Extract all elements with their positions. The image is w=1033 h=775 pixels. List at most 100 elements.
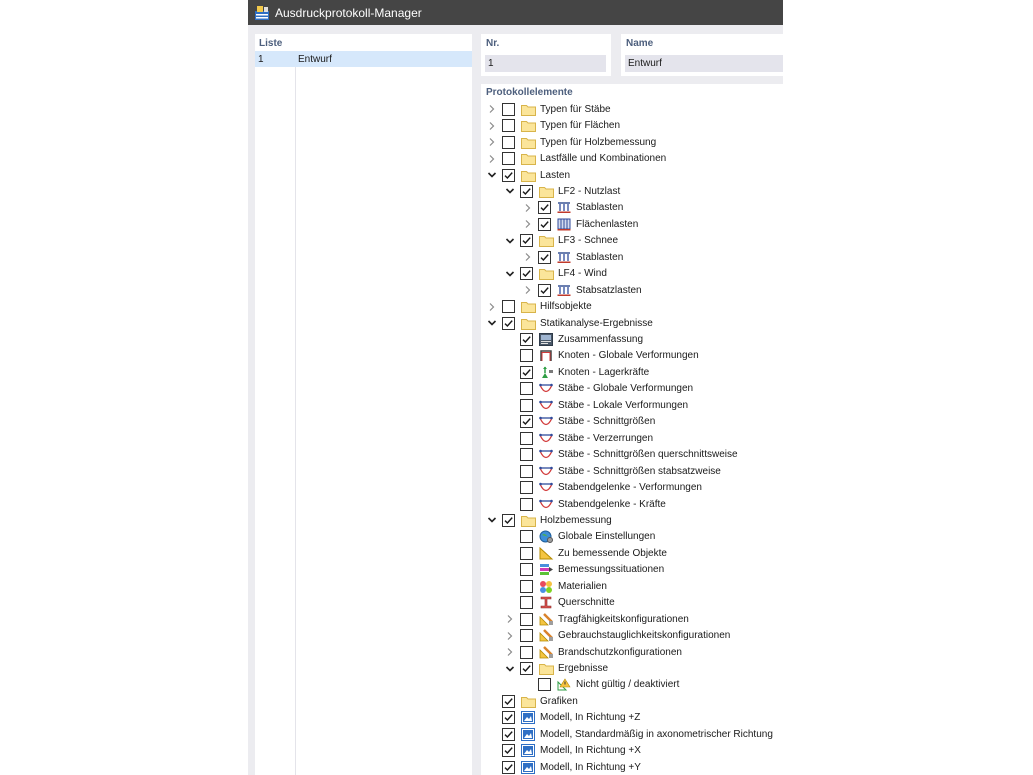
checkbox-unchecked[interactable] bbox=[502, 300, 515, 314]
checkbox-unchecked[interactable] bbox=[520, 629, 533, 643]
checkbox-unchecked[interactable] bbox=[502, 135, 515, 149]
tree-item[interactable]: Stäbe - Schnittgrößen querschnittsweise bbox=[504, 446, 738, 462]
tree-item[interactable]: LF2 - Nutzlast bbox=[504, 183, 620, 199]
expand-chevron-icon[interactable] bbox=[504, 613, 516, 625]
checkbox-checked[interactable] bbox=[538, 250, 551, 264]
checkbox-checked[interactable] bbox=[520, 333, 533, 347]
checkbox-unchecked[interactable] bbox=[520, 464, 533, 478]
tree-item[interactable]: Flächenlasten bbox=[522, 216, 638, 232]
checkbox-unchecked[interactable] bbox=[520, 563, 533, 577]
checkbox-unchecked[interactable] bbox=[520, 596, 533, 610]
checkbox-checked[interactable] bbox=[520, 184, 533, 198]
tree-item[interactable]: Gebrauchstauglichkeitskonfigurationen bbox=[504, 627, 730, 643]
checkbox-unchecked[interactable] bbox=[520, 497, 533, 511]
checkbox-unchecked[interactable] bbox=[502, 119, 515, 133]
tree-item[interactable]: Typen für Stäbe bbox=[486, 101, 611, 117]
checkbox-checked[interactable] bbox=[520, 365, 533, 379]
checkbox-unchecked[interactable] bbox=[520, 530, 533, 544]
collapse-chevron-icon[interactable] bbox=[504, 185, 516, 197]
expand-chevron-icon[interactable] bbox=[486, 301, 498, 313]
collapse-chevron-icon[interactable] bbox=[486, 514, 498, 526]
expand-chevron-icon[interactable] bbox=[486, 153, 498, 165]
checkbox-checked[interactable] bbox=[520, 267, 533, 281]
tree-item[interactable]: Modell, In Richtung +X bbox=[486, 743, 641, 759]
checkbox-unchecked[interactable] bbox=[520, 612, 533, 626]
tree-item[interactable]: Typen für Holzbemessung bbox=[486, 134, 656, 150]
tree-item[interactable]: Knoten - Globale Verformungen bbox=[504, 348, 699, 364]
tree-item[interactable]: Grafiken bbox=[486, 693, 578, 709]
checkbox-checked[interactable] bbox=[538, 283, 551, 297]
tree-item[interactable]: Stabendgelenke - Kräfte bbox=[504, 496, 666, 512]
tree-item[interactable]: Stablasten bbox=[522, 200, 623, 216]
checkbox-unchecked[interactable] bbox=[520, 579, 533, 593]
checkbox-checked[interactable] bbox=[502, 513, 515, 527]
expand-chevron-icon[interactable] bbox=[486, 103, 498, 115]
collapse-chevron-icon[interactable] bbox=[486, 317, 498, 329]
tree-item[interactable]: Querschnitte bbox=[504, 595, 615, 611]
checkbox-checked[interactable] bbox=[538, 201, 551, 215]
checkbox-unchecked[interactable] bbox=[520, 398, 533, 412]
expand-chevron-icon[interactable] bbox=[522, 202, 534, 214]
checkbox-checked[interactable] bbox=[502, 168, 515, 182]
tree-item[interactable]: Lastfälle und Kombinationen bbox=[486, 150, 666, 166]
tree-item[interactable]: Brandschutzkonfigurationen bbox=[504, 644, 682, 660]
checkbox-unchecked[interactable] bbox=[520, 481, 533, 495]
checkbox-unchecked[interactable] bbox=[538, 678, 551, 692]
nr-field[interactable]: 1 bbox=[485, 55, 606, 72]
tree-item[interactable]: Stäbe - Lokale Verformungen bbox=[504, 397, 688, 413]
collapse-chevron-icon[interactable] bbox=[486, 169, 498, 181]
tree-item[interactable]: Hilfsobjekte bbox=[486, 298, 592, 314]
tree-item[interactable]: Knoten - Lagerkräfte bbox=[504, 364, 649, 380]
tree-item[interactable]: LF4 - Wind bbox=[504, 266, 607, 282]
expand-chevron-icon[interactable] bbox=[522, 284, 534, 296]
checkbox-checked[interactable] bbox=[502, 760, 515, 774]
checkbox-checked[interactable] bbox=[502, 694, 515, 708]
tree-item[interactable]: Modell, Standardmäßig in axonometrischer… bbox=[486, 726, 773, 742]
checkbox-unchecked[interactable] bbox=[520, 645, 533, 659]
checkbox-checked[interactable] bbox=[502, 711, 515, 725]
checkbox-unchecked[interactable] bbox=[520, 431, 533, 445]
tree-item[interactable]: Stäbe - Schnittgrößen stabsatzweise bbox=[504, 463, 721, 479]
checkbox-checked[interactable] bbox=[502, 727, 515, 741]
tree-item[interactable]: Zu bemessende Objekte bbox=[504, 545, 667, 561]
tree-item[interactable]: Tragfähigkeitskonfigurationen bbox=[504, 611, 689, 627]
checkbox-checked[interactable] bbox=[520, 662, 533, 676]
checkbox-unchecked[interactable] bbox=[520, 546, 533, 560]
checkbox-unchecked[interactable] bbox=[502, 102, 515, 116]
expand-chevron-icon[interactable] bbox=[486, 120, 498, 132]
expand-chevron-icon[interactable] bbox=[486, 136, 498, 148]
expand-chevron-icon[interactable] bbox=[522, 218, 534, 230]
checkbox-unchecked[interactable] bbox=[520, 349, 533, 363]
tree-item[interactable]: Stablasten bbox=[522, 249, 623, 265]
tree-item[interactable]: Stabsatzlasten bbox=[522, 282, 642, 298]
checkbox-checked[interactable] bbox=[520, 415, 533, 429]
checkbox-checked[interactable] bbox=[502, 744, 515, 758]
checkbox-unchecked[interactable] bbox=[502, 152, 515, 166]
expand-chevron-icon[interactable] bbox=[504, 630, 516, 642]
tree-item[interactable]: Modell, In Richtung +Y bbox=[486, 759, 641, 775]
checkbox-unchecked[interactable] bbox=[520, 382, 533, 396]
tree-item[interactable]: Ergebnisse bbox=[504, 660, 608, 676]
checkbox-checked[interactable] bbox=[502, 316, 515, 330]
tree-item[interactable]: Bemessungssituationen bbox=[504, 562, 664, 578]
tree-item[interactable]: Modell, In Richtung +Z bbox=[486, 710, 640, 726]
collapse-chevron-icon[interactable] bbox=[504, 268, 516, 280]
checkbox-unchecked[interactable] bbox=[520, 448, 533, 462]
checkbox-checked[interactable] bbox=[538, 217, 551, 231]
tree-item[interactable]: Stäbe - Globale Verformungen bbox=[504, 381, 693, 397]
tree-item[interactable]: Typen für Flächen bbox=[486, 117, 620, 133]
tree-item[interactable]: Statikanalyse-Ergebnisse bbox=[486, 315, 653, 331]
expand-chevron-icon[interactable] bbox=[522, 251, 534, 263]
tree-item[interactable]: Holzbemessung bbox=[486, 512, 612, 528]
name-field[interactable]: Entwurf bbox=[625, 55, 783, 72]
expand-chevron-icon[interactable] bbox=[504, 646, 516, 658]
tree-item[interactable]: Stabendgelenke - Verformungen bbox=[504, 479, 702, 495]
tree-item[interactable]: Stäbe - Schnittgrößen bbox=[504, 414, 655, 430]
tree-item[interactable]: Nicht gültig / deaktiviert bbox=[522, 677, 679, 693]
collapse-chevron-icon[interactable] bbox=[504, 235, 516, 247]
tree-item[interactable]: LF3 - Schnee bbox=[504, 233, 618, 249]
tree-item[interactable]: Materialien bbox=[504, 578, 607, 594]
collapse-chevron-icon[interactable] bbox=[504, 663, 516, 675]
tree-item[interactable]: Globale Einstellungen bbox=[504, 529, 655, 545]
list-row[interactable]: 1 Entwurf bbox=[255, 51, 472, 67]
